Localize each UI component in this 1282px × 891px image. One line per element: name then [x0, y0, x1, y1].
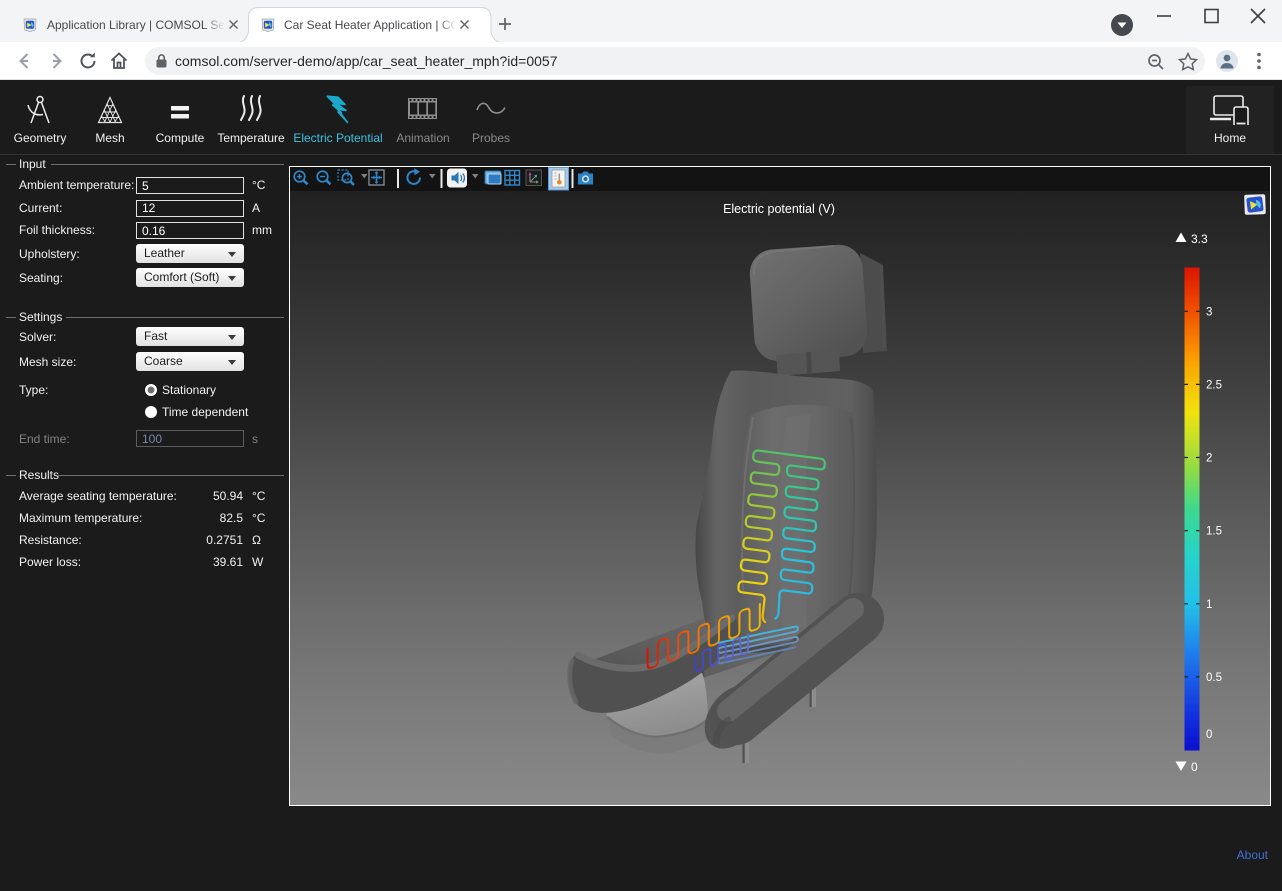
svg-text:1: 1 — [1206, 599, 1212, 611]
svg-text:0.5: 0.5 — [1206, 672, 1222, 684]
svg-text:3: 3 — [1206, 306, 1212, 318]
svg-text:1.5: 1.5 — [1206, 526, 1222, 538]
svg-text:3.3: 3.3 — [1191, 232, 1208, 246]
svg-text:2.5: 2.5 — [1206, 379, 1222, 391]
svg-text:2: 2 — [1206, 453, 1212, 465]
svg-text:Electric potential (V): Electric potential (V) — [723, 202, 835, 216]
svg-text:0: 0 — [1191, 760, 1198, 774]
svg-text:0: 0 — [1206, 729, 1212, 741]
